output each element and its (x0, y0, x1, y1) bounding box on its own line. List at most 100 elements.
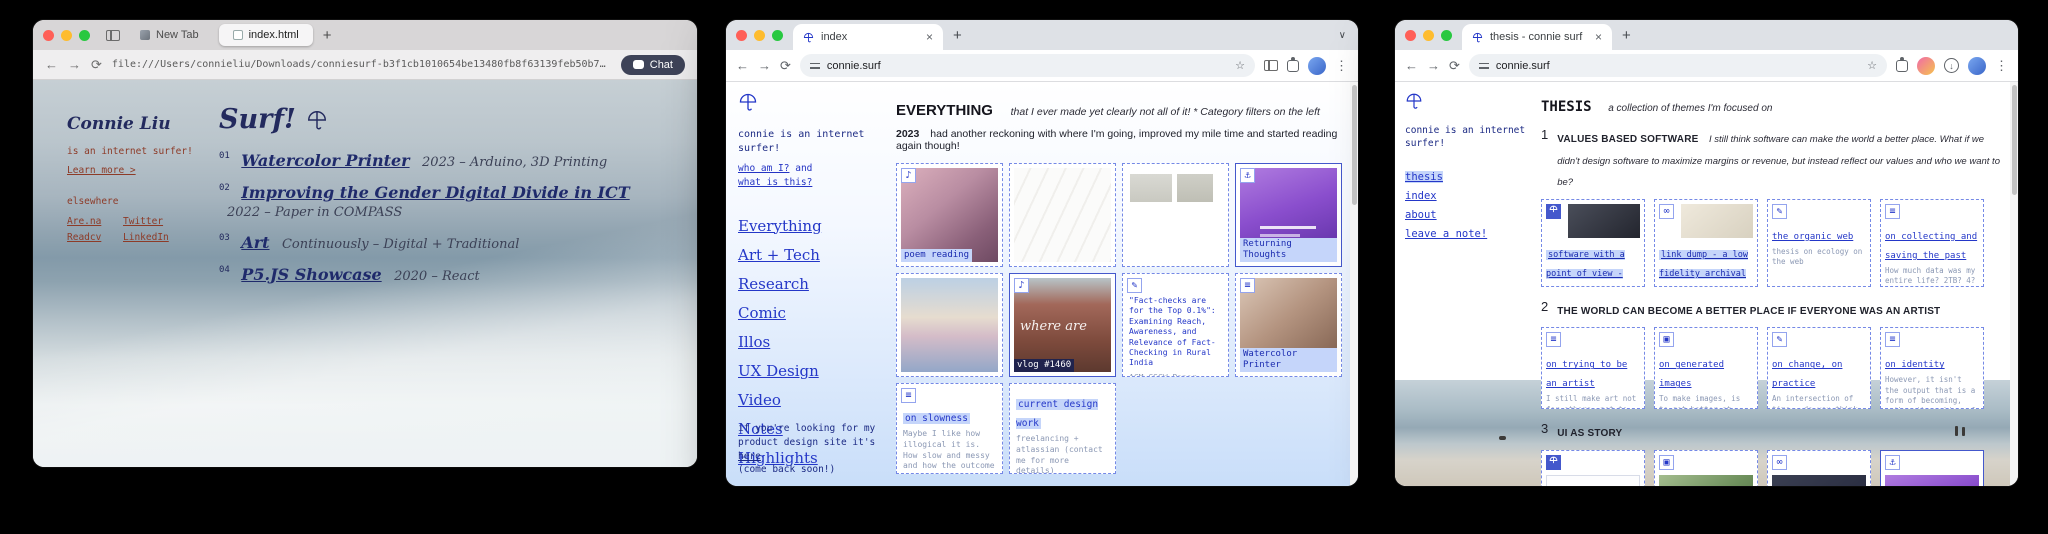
project-link[interactable]: Art (241, 233, 269, 252)
zoom-button[interactable] (772, 29, 783, 41)
address-bar[interactable]: connie.surf ☆ (1468, 54, 1887, 77)
site-info-icon[interactable] (1478, 62, 1489, 70)
nav-leave-a-note[interactable]: leave a note! (1405, 228, 1530, 240)
paper-title[interactable]: "Fact-checks are for the Top 0.1%": Exam… (1129, 296, 1222, 369)
card-label[interactable]: software with a point of view - Chinatow… (1546, 249, 1635, 286)
extensions-icon[interactable] (1287, 56, 1299, 72)
filter-illos[interactable]: Illos (738, 333, 888, 351)
note-title[interactable]: on trying to be an artist (1546, 360, 1627, 389)
minimize-button[interactable] (1423, 29, 1434, 41)
side-panel-icon[interactable] (1264, 60, 1278, 71)
downloads-icon[interactable]: ↓ (1944, 58, 1959, 73)
site-info-icon[interactable] (809, 62, 820, 70)
address-url[interactable]: file:///Users/connieliu/Downloads/connie… (112, 59, 611, 70)
scrollbar[interactable] (1350, 82, 1358, 486)
card-generated-images[interactable]: ▣ on generated images To make images, is… (1654, 327, 1758, 410)
menu-kebab-icon[interactable]: ⋮ (1335, 59, 1348, 72)
forward-icon[interactable]: → (68, 58, 81, 71)
menu-kebab-icon[interactable]: ⋮ (1995, 59, 2008, 72)
filter-research[interactable]: Research (738, 275, 888, 293)
address-url[interactable]: connie.surf (827, 60, 881, 72)
tab-new-tab[interactable]: New Tab (126, 24, 213, 46)
zoom-button[interactable] (1441, 29, 1452, 41)
profile-avatar[interactable] (1308, 56, 1326, 75)
who-am-i-link[interactable]: who am I? (738, 163, 789, 174)
card-on-slowness[interactable]: ≡ on slowness Maybe I like how illogical… (896, 383, 1003, 474)
minimize-button[interactable] (754, 29, 765, 41)
note-title[interactable]: on slowness (903, 413, 970, 424)
tab-index[interactable]: index × (793, 24, 943, 50)
sidebar-toggle-icon[interactable] (106, 29, 120, 41)
note-title[interactable]: on generated images (1659, 360, 1724, 389)
new-tab-button[interactable]: + (1622, 27, 1631, 44)
extensions-icon[interactable] (1896, 56, 1908, 72)
card-sketch[interactable] (1009, 163, 1116, 267)
card-collecting-past[interactable]: ≡ on collecting and saving the past How … (1880, 198, 1984, 287)
new-tab-button[interactable]: + (319, 27, 336, 44)
forward-icon[interactable]: → (1427, 59, 1440, 72)
card-poem-reading[interactable]: ♪ poem reading (896, 163, 1003, 267)
learn-more-link[interactable]: Learn more > (67, 165, 136, 176)
tab-search-chevron-icon[interactable]: ∨ (1339, 30, 1346, 41)
card-software-pov[interactable]: software with a point of view - Chinatow… (1541, 198, 1645, 287)
address-url[interactable]: connie.surf (1496, 60, 1550, 72)
card-link-dump[interactable]: ∞ link dump - a low fidelity archival to… (1654, 198, 1758, 287)
filter-comic[interactable]: Comic (738, 304, 888, 322)
scrollbar[interactable] (2010, 82, 2018, 486)
card-change-practice[interactable]: ✎ on change, on practice An intersection… (1767, 327, 1871, 410)
bookmark-star-icon[interactable]: ☆ (1867, 59, 1877, 72)
theme-avatar[interactable] (1917, 56, 1935, 75)
note-title[interactable]: current design work (1016, 399, 1099, 429)
social-link-linkedin[interactable]: LinkedIn (123, 232, 179, 243)
project-link[interactable]: Improving the Gender Digital Divide in I… (241, 183, 629, 202)
zoom-button[interactable] (79, 29, 90, 41)
social-link-arena[interactable]: Are.na (67, 216, 123, 227)
back-icon[interactable]: ← (1405, 59, 1418, 72)
filter-video[interactable]: Video (738, 391, 888, 409)
bookmark-star-icon[interactable]: ☆ (1235, 59, 1245, 72)
social-link-readcv[interactable]: Readcv (67, 232, 123, 243)
back-icon[interactable]: ← (45, 58, 58, 71)
card-returning-thoughts[interactable]: ⚓ Returning Thoughts (1235, 163, 1342, 267)
social-link-twitter[interactable]: Twitter (123, 216, 179, 227)
card-identity[interactable]: ≡ on identity However, it isn't the outp… (1880, 327, 1984, 410)
card-organic-web[interactable]: ✎ the organic web thesis on ecology on t… (1767, 198, 1871, 287)
filter-everything[interactable]: Everything (738, 217, 888, 235)
tab-thesis[interactable]: thesis - connie surf × (1462, 24, 1612, 50)
card-comic[interactable] (1122, 163, 1229, 267)
card-fact-check-paper[interactable]: ✎ "Fact-checks are for the Top 0.1%": Ex… (1122, 273, 1229, 377)
close-button[interactable] (736, 29, 747, 41)
nav-index[interactable]: index (1405, 190, 1530, 202)
card-trying-to-be-artist[interactable]: ≡ on trying to be an artist I still make… (1541, 327, 1645, 410)
card-vlog[interactable]: ♪ where are vlog #1460 (1009, 273, 1116, 377)
nav-thesis[interactable]: thesis (1405, 170, 1443, 183)
filter-ux-design[interactable]: UX Design (738, 362, 888, 380)
design-site-link[interactable]: here (738, 451, 761, 462)
refresh-icon[interactable]: ⟳ (780, 59, 791, 72)
note-title[interactable]: on collecting and saving the past (1885, 232, 1977, 261)
note-title[interactable]: on change, on practice (1772, 360, 1842, 389)
note-title[interactable]: on identity (1885, 360, 1945, 370)
refresh-icon[interactable]: ⟳ (1449, 59, 1460, 72)
nav-about[interactable]: about (1405, 209, 1530, 221)
project-link[interactable]: Watercolor Printer (241, 151, 409, 170)
chat-button[interactable]: Chat (620, 54, 685, 75)
close-button[interactable] (1405, 29, 1416, 41)
note-title[interactable]: the organic web (1772, 232, 1853, 242)
tab-close-icon[interactable]: × (926, 30, 933, 44)
project-link[interactable]: P5.JS Showcase (241, 265, 381, 284)
card-watercolor-printer[interactable]: ≡ Watercolor Printer (1235, 273, 1342, 377)
card-label[interactable]: link dump - a low fidelity archival tool (1659, 249, 1748, 286)
back-icon[interactable]: ← (736, 59, 749, 72)
tab-close-icon[interactable]: × (1595, 30, 1602, 44)
filter-art-tech[interactable]: Art + Tech (738, 246, 888, 264)
tab-index-html[interactable]: index.html (218, 24, 313, 46)
profile-avatar[interactable] (1968, 56, 1986, 75)
card-current-design-work[interactable]: current design work freelancing + atlass… (1009, 383, 1116, 474)
card-rlg[interactable]: RLG (Random Luck Generator) (1541, 449, 1645, 486)
what-is-this-link[interactable]: what is this? (738, 177, 812, 188)
close-button[interactable] (43, 29, 54, 41)
refresh-icon[interactable]: ⟳ (91, 58, 102, 71)
card-sky-photo[interactable] (896, 273, 1003, 377)
forward-icon[interactable]: → (758, 59, 771, 72)
